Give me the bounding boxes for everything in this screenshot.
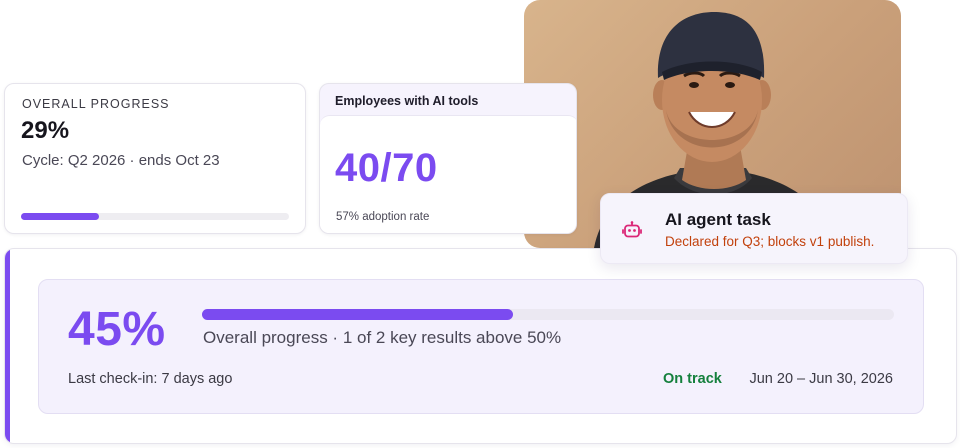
panel-progress-percent: 45% [68, 303, 166, 356]
card-accent-bar [5, 249, 10, 443]
overall-progress-eyebrow: OVERALL PROGRESS [22, 97, 170, 111]
robot-icon [622, 221, 642, 238]
employees-ai-tools-card: Employees with AI tools 40/70 57% adopti… [319, 83, 577, 234]
overall-progress-card: OVERALL PROGRESS 29% Cycle: Q2 2026 · en… [4, 83, 306, 234]
last-checkin: Last check-in: 7 days ago [68, 371, 233, 387]
employees-card-body: 40/70 57% adoption rate [320, 115, 576, 233]
agent-task-description: Declared for Q3; blocks v1 publish. [665, 234, 875, 249]
progress-panel: 45% Overall progress · 1 of 2 key result… [38, 279, 924, 414]
panel-progress-fill [202, 309, 514, 320]
overall-progress-percent: 29% [21, 117, 70, 144]
agent-task-title: AI agent task [665, 210, 771, 229]
overall-progress-fill [21, 213, 99, 220]
overall-progress-bar [21, 213, 289, 220]
employees-card-heading: Employees with AI tools [335, 94, 479, 108]
panel-progress-bar [202, 309, 894, 320]
ai-agent-task-card[interactable]: AI agent task Declared for Q3; blocks v1… [600, 193, 908, 264]
adoption-rate: 57% adoption rate [336, 211, 430, 223]
panel-progress-caption: Overall progress · 1 of 2 key results ab… [203, 328, 562, 347]
date-range: Jun 20 – Jun 30, 2026 [749, 371, 893, 387]
cycle-text: Cycle: Q2 2026 · ends Oct 23 [22, 152, 220, 169]
key-results-card: 45% Overall progress · 1 of 2 key result… [4, 248, 957, 444]
status-badge: On track [663, 371, 722, 387]
employees-fraction: 40/70 [335, 146, 438, 190]
